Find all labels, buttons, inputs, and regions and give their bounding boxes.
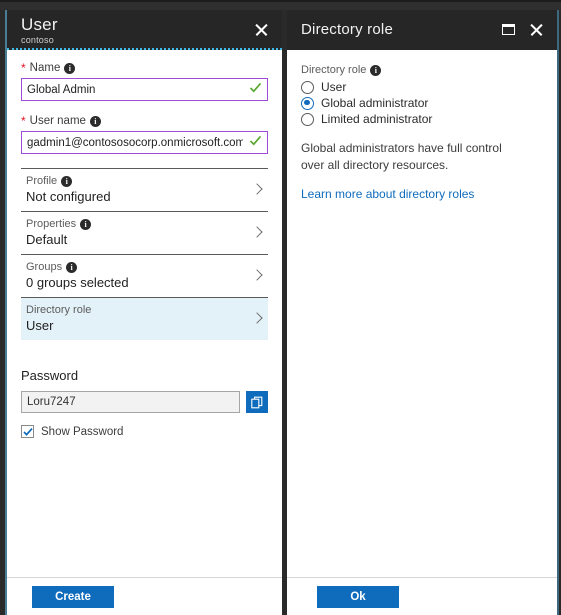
radio-label: Global administrator <box>321 96 429 110</box>
radio-circle-selected <box>301 96 314 110</box>
nav-label-text: Groups <box>26 261 63 273</box>
radio-option-global-administrator[interactable]: Global administrator <box>301 96 543 110</box>
nav-row-label: Properties i <box>26 217 242 231</box>
required-marker: * <box>21 60 26 75</box>
radio-label: Limited administrator <box>321 112 433 126</box>
show-password-label: Show Password <box>41 425 124 438</box>
required-marker: * <box>21 113 26 128</box>
nav-row-value: User <box>26 318 54 333</box>
directory-role-blade-footer: Ok <box>287 577 557 615</box>
password-row <box>21 391 268 413</box>
radio-option-user[interactable]: User <box>301 80 543 94</box>
username-field-label: * User name i <box>21 115 268 127</box>
azure-portal-blades: User contoso * Name i Global Admin * Use… <box>0 0 561 615</box>
nav-label-text: Properties <box>26 218 77 230</box>
close-glyph <box>530 23 543 36</box>
user-blade: User contoso * Name i Global Admin * Use… <box>5 10 282 615</box>
create-button[interactable]: Create <box>32 585 114 608</box>
user-blade-footer: Create <box>7 577 282 615</box>
chevron-right-icon <box>253 184 260 195</box>
info-icon[interactable]: i <box>89 115 101 127</box>
nav-row-label: Groups i <box>26 260 242 274</box>
close-glyph <box>255 23 268 36</box>
info-icon[interactable]: i <box>66 261 78 273</box>
name-label-text: Name <box>29 62 61 74</box>
user-blade-subtitle: contoso <box>21 35 54 45</box>
nav-row-directory-role[interactable]: Directory role User <box>21 297 268 340</box>
show-password-checkbox[interactable]: Show Password <box>21 425 268 438</box>
chevron-right-icon <box>253 227 260 238</box>
info-icon[interactable]: i <box>61 175 73 187</box>
name-input[interactable] <box>21 78 268 101</box>
nav-label-text: Profile <box>26 175 58 187</box>
name-input-wrap <box>21 78 268 101</box>
info-icon[interactable]: i <box>370 64 382 76</box>
password-section: Password Sh <box>21 368 268 438</box>
maximize-icon[interactable] <box>497 18 519 40</box>
user-blade-header: User contoso <box>7 10 282 50</box>
radio-label: User <box>321 80 347 94</box>
nav-row-properties[interactable]: Properties i Default <box>21 211 268 254</box>
radio-option-limited-administrator[interactable]: Limited administrator <box>301 112 543 126</box>
password-heading: Password <box>21 368 79 383</box>
chevron-right-icon <box>253 313 260 324</box>
password-input[interactable] <box>21 391 240 413</box>
directory-role-blade: Directory role Directory role i User Glo… <box>287 10 559 615</box>
group-label-text: Directory role <box>301 64 367 76</box>
directory-role-blade-header: Directory role <box>287 10 557 50</box>
close-icon[interactable] <box>525 18 547 40</box>
nav-row-profile[interactable]: Profile i Not configured <box>21 168 268 211</box>
radio-circle <box>301 112 314 126</box>
username-input[interactable] <box>21 131 268 154</box>
nav-row-groups[interactable]: Groups i 0 groups selected <box>21 254 268 297</box>
info-icon[interactable]: i <box>64 62 76 74</box>
checkbox-box <box>21 425 34 438</box>
nav-row-value: Not configured <box>26 189 111 204</box>
nav-row-label: Profile i <box>26 174 242 188</box>
blade-nav-list: Profile i Not configured Properties i De… <box>21 168 268 340</box>
name-field-label: * Name i <box>21 62 268 74</box>
ok-button[interactable]: Ok <box>317 585 399 608</box>
directory-role-group-label: Directory role i <box>301 64 543 76</box>
learn-more-link[interactable]: Learn more about directory roles <box>301 187 474 201</box>
user-blade-body: * Name i * User name i <box>7 50 282 577</box>
info-icon[interactable]: i <box>80 218 92 230</box>
nav-row-value: 0 groups selected <box>26 275 129 290</box>
close-icon[interactable] <box>250 18 272 40</box>
nav-row-label: Directory role <box>26 303 242 317</box>
nav-label-text: Directory role <box>26 304 92 316</box>
nav-row-value: Default <box>26 232 68 247</box>
chevron-right-icon <box>253 270 260 281</box>
directory-role-blade-body: Directory role i User Global administrat… <box>287 50 557 577</box>
username-label-text: User name <box>29 115 86 127</box>
portal-top-strip <box>0 0 561 10</box>
username-input-wrap <box>21 131 268 154</box>
role-description: Global administrators have full control … <box>301 141 502 172</box>
copy-icon[interactable] <box>246 391 268 413</box>
radio-circle <box>301 80 314 94</box>
maximize-glyph <box>501 23 515 35</box>
user-blade-title: User <box>21 15 58 34</box>
